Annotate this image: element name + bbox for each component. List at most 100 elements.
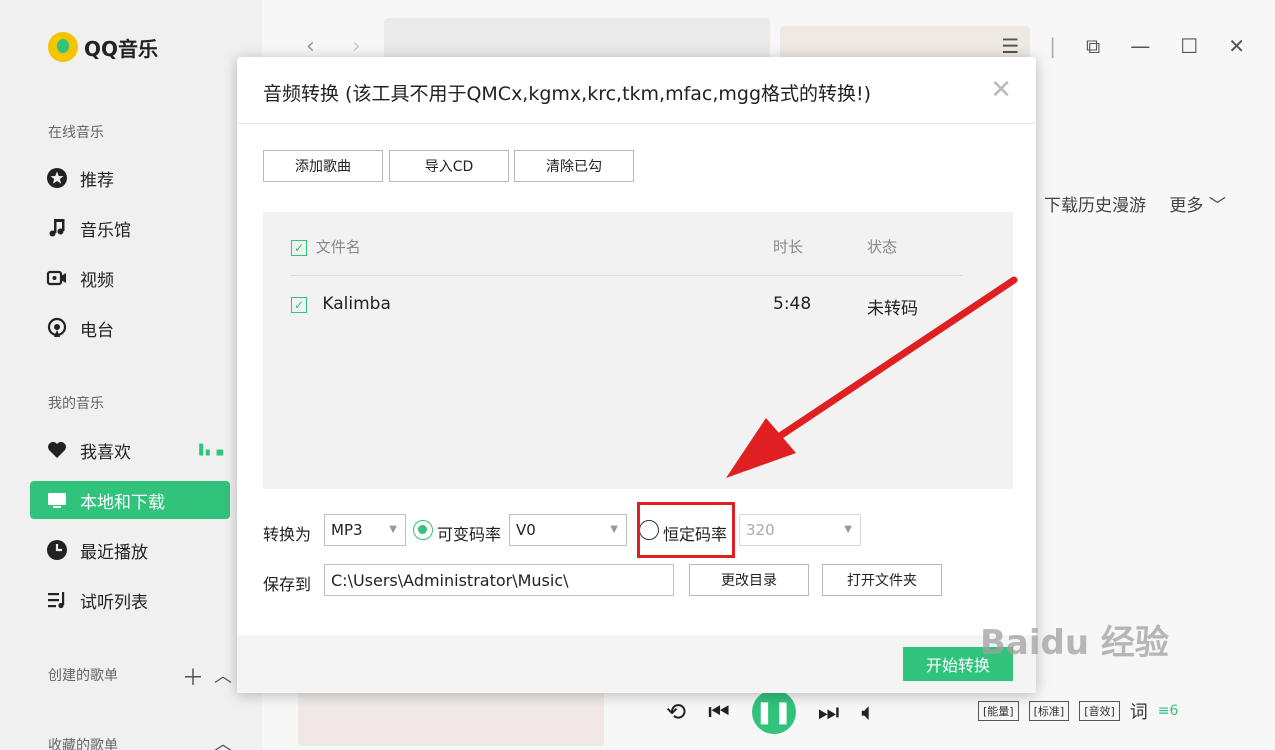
status-header: 状态	[867, 238, 898, 256]
filename-cell: ✓ Kalimba	[291, 294, 391, 314]
lyrics-button[interactable]: 词	[1130, 698, 1148, 724]
history-nav: ‹ ›	[306, 34, 361, 59]
divider	[237, 123, 1036, 124]
cbr-value: 320	[746, 521, 775, 539]
duration-header: 时长	[773, 238, 804, 256]
cbr-select: 320 ▼	[739, 514, 861, 546]
annotation-highlight-box	[637, 502, 735, 558]
vbr-label[interactable]: 可变码率	[437, 521, 501, 545]
chevron-down-icon: ﹀	[1208, 196, 1226, 216]
row-checkbox[interactable]: ✓	[291, 297, 307, 313]
playlist-count-value: 6	[1169, 703, 1179, 719]
pause-button[interactable]: ❚❚	[751, 690, 796, 734]
chevron-down-icon: ▼	[389, 524, 397, 535]
annotation-arrow-icon	[726, 276, 1018, 478]
repeat-icon[interactable]: ⟲	[666, 698, 686, 726]
minimize-icon[interactable]: —	[1130, 34, 1150, 58]
playlist-icon: ≡	[1157, 703, 1170, 719]
sidebar-item-label: 音乐馆	[80, 220, 131, 241]
monitor-icon	[46, 489, 68, 511]
created-playlists-section-title: 创建的歌单	[48, 668, 118, 684]
divider: |	[1049, 34, 1057, 58]
sidebar-item-music-hall[interactable]: 音乐馆	[30, 209, 230, 247]
chevron-down-icon: ▼	[844, 524, 852, 535]
app-logo[interactable]: QQ音乐	[48, 32, 158, 62]
sidebar-item-label: 试听列表	[80, 592, 148, 613]
pause-icon: ❚❚	[755, 699, 793, 725]
collected-playlists-section-title: 收藏的歌单	[48, 738, 118, 750]
sidebar-item-radio[interactable]: 电台	[30, 309, 230, 347]
open-folder-button[interactable]: 打开文件夹	[822, 564, 942, 596]
online-music-section-title: 在线音乐	[48, 125, 104, 141]
sidebar-item-recommend[interactable]: 推荐	[30, 159, 230, 197]
radio-icon	[46, 317, 68, 339]
music-note-icon	[46, 217, 68, 239]
sidebar: QQ音乐 在线音乐 推荐 音乐馆 视频 电台 我的音乐 我喜欢 ▌▖▗▖ 本地和…	[0, 0, 262, 750]
sidebar-item-video[interactable]: 视频	[30, 259, 230, 297]
back-arrow-icon[interactable]: ‹	[306, 34, 315, 59]
app-name: QQ音乐	[84, 36, 159, 61]
next-track-icon[interactable]: ⏭	[818, 698, 840, 726]
sidebar-item-label: 本地和下载	[80, 492, 165, 513]
tab-more[interactable]: 更多 ﹀	[1169, 196, 1225, 216]
sidebar-item-label: 推荐	[80, 170, 114, 191]
close-window-icon[interactable]: ✕	[1228, 34, 1245, 58]
blurred-song-info	[298, 690, 604, 746]
sidebar-item-favorites[interactable]: 我喜欢 ▌▖▗▖	[30, 431, 230, 469]
star-icon	[46, 167, 68, 189]
effect-tag[interactable]: [音效]	[1079, 701, 1120, 721]
format-value: MP3	[331, 521, 363, 539]
add-playlist-icon[interactable]: ＋	[182, 660, 204, 692]
filename-header: ✓ 文件名	[291, 236, 361, 257]
playlist-count[interactable]: ≡6	[1158, 703, 1179, 719]
collapse-chevron-icon[interactable]: ︿	[214, 662, 232, 688]
clock-icon	[46, 539, 68, 561]
vbr-value: V0	[516, 521, 536, 539]
forward-arrow-icon[interactable]: ›	[352, 34, 361, 59]
select-all-checkbox[interactable]: ✓	[291, 240, 307, 256]
playlist-icon	[46, 589, 68, 611]
window-controls: ☰ | ⧉ — ☐ ✕	[1001, 34, 1245, 58]
quality-tag[interactable]: [标准]	[1028, 701, 1070, 721]
dialog-title: 音频转换 (该工具不用于QMCx,kgmx,krc,tkm,mfac,mgg格式…	[263, 83, 872, 105]
heart-icon	[46, 439, 68, 461]
convert-to-label: 转换为	[263, 525, 312, 544]
save-path-input[interactable]: C:\Users\Administrator\Music\	[324, 564, 674, 596]
close-icon[interactable]: ✕	[990, 75, 1012, 105]
song-filename: Kalimba	[322, 294, 391, 314]
format-select[interactable]: MP3 ▼	[324, 514, 406, 546]
menu-icon[interactable]: ☰	[1001, 34, 1019, 58]
add-songs-button[interactable]: 添加歌曲	[263, 150, 383, 182]
sidebar-item-local-downloads[interactable]: 本地和下载	[30, 481, 230, 519]
tab-more-label: 更多	[1169, 196, 1204, 216]
vbr-select[interactable]: V0 ▼	[509, 514, 627, 546]
tab-download-history[interactable]: 下载历史漫游	[1044, 196, 1146, 216]
chevron-down-icon: ▼	[610, 524, 618, 535]
mini-mode-icon[interactable]: ⧉	[1086, 34, 1100, 58]
previous-track-icon[interactable]: ⏮	[708, 698, 730, 726]
import-cd-button[interactable]: 导入CD	[389, 150, 509, 182]
collapse-chevron-icon[interactable]: ︿	[214, 730, 232, 750]
sidebar-item-preview-list[interactable]: 试听列表	[30, 581, 230, 619]
save-to-label: 保存到	[263, 575, 312, 594]
clear-checked-button[interactable]: 清除已勾	[514, 150, 634, 182]
vbr-radio[interactable]	[413, 520, 433, 540]
video-icon	[46, 267, 68, 289]
player-options: [能量] [标准] [音效] 词 ≡6	[978, 698, 1178, 724]
blurred-search-area	[384, 18, 770, 62]
sidebar-item-recent[interactable]: 最近播放	[30, 531, 230, 569]
filename-header-label: 文件名	[315, 238, 361, 256]
player-controls: ⟲ ⏮ ❚❚ ⏭ 🔈︎	[666, 690, 876, 734]
sidebar-item-label: 视频	[80, 270, 114, 291]
change-directory-button[interactable]: 更改目录	[689, 564, 809, 596]
volume-icon[interactable]: 🔈︎	[861, 698, 875, 726]
sidebar-item-label: 电台	[80, 320, 114, 341]
my-music-section-title: 我的音乐	[48, 396, 104, 412]
sidebar-item-label: 我喜欢	[80, 442, 131, 463]
playing-equalizer-icon: ▌▖▗▖	[199, 444, 227, 456]
quality-tag[interactable]: [能量]	[978, 701, 1019, 721]
sidebar-item-label: 最近播放	[80, 542, 148, 563]
baidu-watermark: Baidu 经验	[980, 623, 1169, 663]
qq-music-logo-icon	[48, 32, 78, 62]
maximize-icon[interactable]: ☐	[1180, 34, 1198, 58]
